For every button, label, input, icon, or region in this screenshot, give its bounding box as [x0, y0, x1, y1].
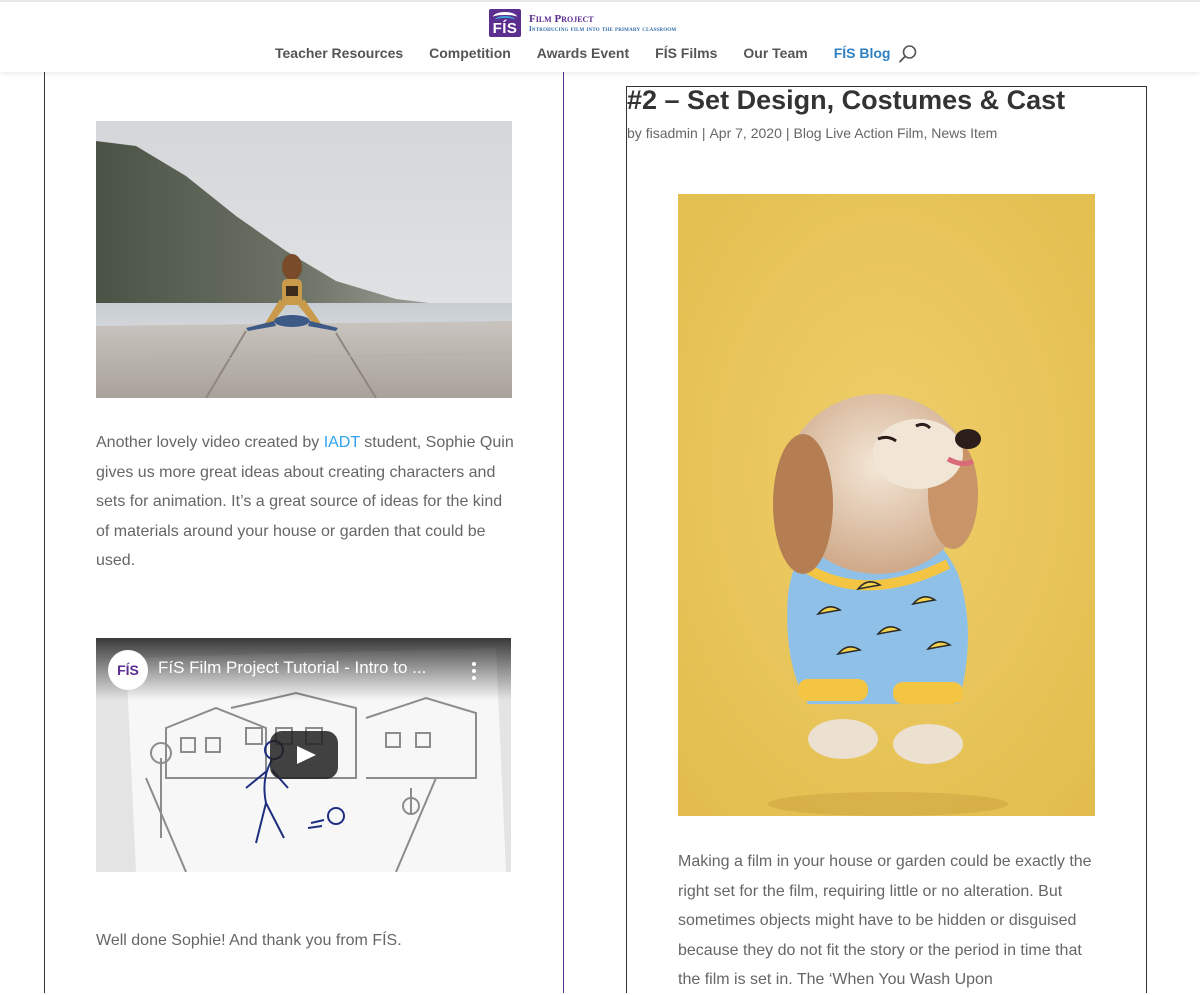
- paragraph-text-end: student, Sophie Quin gives us more great…: [96, 434, 514, 569]
- dog-in-pyjamas-photo: [678, 194, 1095, 816]
- embedded-video[interactable]: FÍS FíS Film Project Tutorial - Intro to…: [96, 638, 511, 872]
- left-post-paragraph: Another lovely video created by IADT stu…: [96, 428, 516, 576]
- play-icon[interactable]: [270, 731, 338, 779]
- logo-tagline: Introducing film into the primary classr…: [529, 24, 677, 33]
- meta-separator: |: [785, 125, 790, 141]
- right-post: #2 – Set Design, Costumes & Cast by fisa…: [626, 85, 1147, 993]
- meta-date: Apr 7, 2020: [709, 125, 782, 141]
- nav-fis-films[interactable]: FÍS Films: [655, 45, 717, 61]
- nav-fis-blog[interactable]: FÍS Blog: [834, 45, 891, 61]
- meta-separator: |: [701, 125, 706, 141]
- nav-our-team[interactable]: Our Team: [743, 45, 807, 61]
- post-meta: by fisadmin | Apr 7, 2020 | Blog Live Action…: [627, 125, 997, 141]
- more-vertical-icon[interactable]: [468, 660, 480, 682]
- nav-competition[interactable]: Competition: [429, 45, 511, 61]
- channel-avatar[interactable]: FÍS: [108, 650, 148, 690]
- meta-by: by: [627, 125, 646, 141]
- video-title[interactable]: FíS Film Project Tutorial - Intro to ...: [158, 658, 468, 678]
- fis-logo-icon: FÍS: [489, 9, 521, 37]
- paragraph-text-start: Another lovely video created by: [96, 434, 324, 451]
- nav-awards-event[interactable]: Awards Event: [537, 45, 629, 61]
- meta-categories-link[interactable]: Blog Live Action Film, News Item: [794, 125, 998, 141]
- logo-title: Film Project: [529, 12, 594, 25]
- main-nav: Teacher Resources Competition Awards Eve…: [275, 44, 916, 62]
- logo-badge-text: FÍS: [492, 20, 518, 37]
- iadt-link[interactable]: IADT: [324, 434, 360, 451]
- site-logo[interactable]: FÍS Film Project Introducing film into t…: [489, 8, 676, 38]
- channel-avatar-text: FÍS: [117, 662, 139, 678]
- nav-teacher-resources[interactable]: Teacher Resources: [275, 45, 403, 61]
- logo-text: Film Project Introducing film into the p…: [529, 13, 676, 34]
- toy-on-pier-photo: [96, 121, 512, 398]
- search-icon[interactable]: [898, 44, 918, 64]
- thanks-text: Well done Sophie! And thank you from FÍS…: [96, 932, 402, 949]
- post-title[interactable]: #2 – Set Design, Costumes & Cast: [627, 85, 1065, 115]
- site-header: FÍS Film Project Introducing film into t…: [0, 0, 1200, 72]
- right-post-paragraph: Making a film in your house or garden co…: [678, 853, 1092, 988]
- meta-author-link[interactable]: fisadmin: [646, 125, 698, 141]
- left-post: Another lovely video created by IADT stu…: [44, 72, 564, 993]
